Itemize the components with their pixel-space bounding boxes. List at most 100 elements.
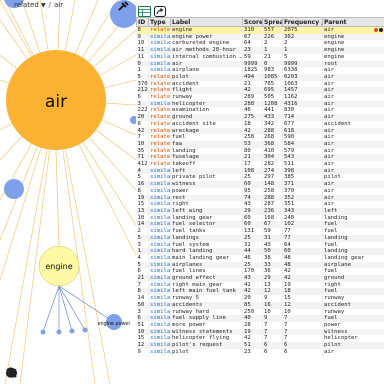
node-small-2[interactable] — [56, 329, 62, 335]
table-row[interactable]: 19similarrest74288352air — [136, 194, 384, 202]
search-icon[interactable] — [6, 367, 48, 379]
table-cell: air — [322, 187, 384, 195]
table-row[interactable]: 15similarright43287351air — [136, 201, 384, 208]
table-cell: 6 — [136, 94, 149, 101]
table-cell: 8 — [136, 288, 149, 296]
table-row[interactable]: 11similarinternal combustion …59215engin… — [136, 53, 384, 61]
table-row[interactable]: 35relatedlanding80410579air — [136, 147, 384, 155]
table-row[interactable]: 50similaraccidents851612accident — [136, 301, 384, 309]
table-row[interactable]: 9similarengine power67226302engine — [136, 33, 384, 41]
column-header[interactable]: Frequency ▲ — [282, 17, 323, 27]
zoom-out-icon[interactable] — [6, 367, 78, 379]
table-row[interactable]: 1similarairplane18259836338air — [136, 67, 384, 74]
table-cell: 4316 — [282, 100, 323, 108]
table-cell: 7 — [282, 335, 323, 343]
table-panel: IDTypeLabelScoreSpreadFrequency ▲Parent … — [136, 0, 384, 384]
trash-icon[interactable] — [8, 367, 123, 379]
column-header[interactable]: Type — [148, 17, 171, 27]
column-header[interactable]: ID — [136, 17, 149, 27]
table-row[interactable]: 6relatedrunway2895051162air — [136, 94, 384, 101]
table-cell: landing — [322, 234, 384, 242]
table-row[interactable]: 10similarcarbureted engine6422engine — [136, 40, 384, 48]
table-row[interactable]: 7relatedfuel258268590air — [136, 134, 384, 141]
table-cell: 20 — [242, 295, 263, 302]
table-scroll[interactable]: IDTypeLabelScoreSpreadFrequency ▲Parent … — [136, 17, 384, 384]
table-row[interactable]: 6similarfuel supply line4097fuel — [136, 315, 384, 322]
column-header[interactable]: Score — [242, 17, 263, 27]
partial-node-left[interactable] — [4, 179, 24, 199]
table-row[interactable]: 71relatedfuselage21304543air — [136, 154, 384, 162]
contrast-icon[interactable] — [6, 367, 93, 379]
table-row[interactable]: 5similarairplanes253348airplane — [136, 261, 384, 269]
node-small-4[interactable] — [82, 327, 88, 333]
breadcrumb-current[interactable]: air — [54, 1, 63, 9]
table-row[interactable]: 20relatedground275433714air — [136, 114, 384, 121]
table-row[interactable]: 412relatedtakeoff17282511air — [136, 161, 384, 168]
table-row[interactable]: 8similarleft main fuel tank421218fuel — [136, 288, 384, 296]
table-row[interactable]: 8similarpower95258370air — [136, 187, 384, 195]
graph-svg[interactable]: air engine engine power — [0, 0, 136, 384]
row-actions — [374, 27, 383, 32]
table-row[interactable]: 4similarleft108274398air — [136, 167, 384, 175]
table-row[interactable]: 0similarair999909999root — [136, 60, 384, 68]
column-header[interactable]: Spread — [262, 17, 283, 27]
table-cell: ground — [322, 275, 384, 282]
table-cell: 51 — [136, 321, 149, 329]
table-row[interactable]: 10relatedfaa53368584air — [136, 140, 384, 148]
table-row[interactable]: 9similarpilot2366air — [136, 348, 384, 356]
table-row[interactable]: 42relatedwreckage42288618air — [136, 127, 384, 135]
table-row[interactable]: 3similarhelicopter28812084316air — [136, 100, 384, 108]
table-row[interactable]: 16similarwitness60148371air — [136, 181, 384, 188]
table-row[interactable]: 5similarlandings253177landing — [136, 234, 384, 242]
type-filter-select[interactable]: related ▼ — [14, 1, 46, 9]
table-row[interactable]: 6relatedaccident site18342677accident — [136, 120, 384, 128]
table-row[interactable]: 8relatedengine3105572075air — [136, 26, 384, 34]
table-cell: 8 — [136, 26, 149, 34]
table-row[interactable]: 1similarhard landing445060landing — [136, 248, 384, 255]
column-header[interactable]: Label — [170, 17, 243, 27]
table-row[interactable]: 13similarleft wing29236343left — [136, 207, 384, 215]
column-header[interactable]: Parent — [322, 17, 384, 27]
table-row[interactable]: 10similarwitness statements1977witness — [136, 328, 384, 336]
table-row[interactable]: 15similarhelicopter flying4277helicopter — [136, 335, 384, 343]
table-cell: 258 — [262, 187, 283, 195]
node-small-3[interactable] — [69, 328, 75, 334]
table-row[interactable]: 14similarrunway 520915runway — [136, 295, 384, 302]
focus-icon[interactable] — [379, 28, 383, 32]
table-row[interactable]: 370relatedaccident217651063air — [136, 80, 384, 88]
redo-icon[interactable] — [6, 367, 33, 379]
table-row[interactable]: 14similarfuel selector6067102fuel — [136, 221, 384, 229]
table-cell: 6 — [136, 120, 149, 128]
zoom-in-icon[interactable] — [6, 367, 63, 379]
table-row[interactable]: 21similarground effect432942ground — [136, 275, 384, 282]
table-cell: runway — [322, 308, 384, 316]
table-row[interactable]: 7similarright main gear421319right — [136, 281, 384, 289]
table-cell: 618 — [282, 127, 323, 135]
table-cell: similar — [148, 335, 171, 343]
table-cell: 584 — [282, 140, 323, 148]
table-row[interactable]: 11similarair methods 20-hour2311engine — [136, 47, 384, 54]
table-cell: 5 — [136, 73, 149, 81]
table-row[interactable]: 10similarlanding gear60168240landing — [136, 214, 384, 222]
table-row[interactable]: 5similarprivate pilot25297385pilot — [136, 174, 384, 182]
table-cell: accident — [322, 120, 384, 128]
table-row[interactable]: 51similarmore power2877power — [136, 321, 384, 329]
table-cell: 2 — [282, 40, 323, 48]
table-cell: 15 — [136, 335, 149, 343]
node-small-1[interactable] — [40, 329, 46, 335]
sun-icon[interactable] — [6, 367, 108, 379]
table-row[interactable]: 222relatedexamination46441830air — [136, 107, 384, 115]
table-row[interactable]: 3similarrunway hard2501010runway — [136, 308, 384, 316]
table-cell: 19 — [242, 328, 263, 336]
table-row[interactable]: 212relatedflight426951457air — [136, 87, 384, 95]
table-cell: fuel — [170, 134, 243, 141]
graph-canvas[interactable]: air engine engine power related ▼ / air — [0, 0, 136, 384]
remove-icon[interactable] — [374, 28, 378, 32]
table-row[interactable]: 12similarpilot's request5166pilot — [136, 342, 384, 349]
table-row[interactable]: 5relatedpilot49410856203air — [136, 73, 384, 81]
table-cell: 148 — [262, 181, 283, 188]
table-row[interactable]: 3similarfuel system324364fuel — [136, 241, 384, 249]
table-row[interactable]: 6similarfuel lines1703642fuel — [136, 268, 384, 276]
table-row[interactable]: 4similarmain landing gear463848landing g… — [136, 254, 384, 262]
table-row[interactable]: 2similarfuel tanks1315977fuel — [136, 228, 384, 235]
